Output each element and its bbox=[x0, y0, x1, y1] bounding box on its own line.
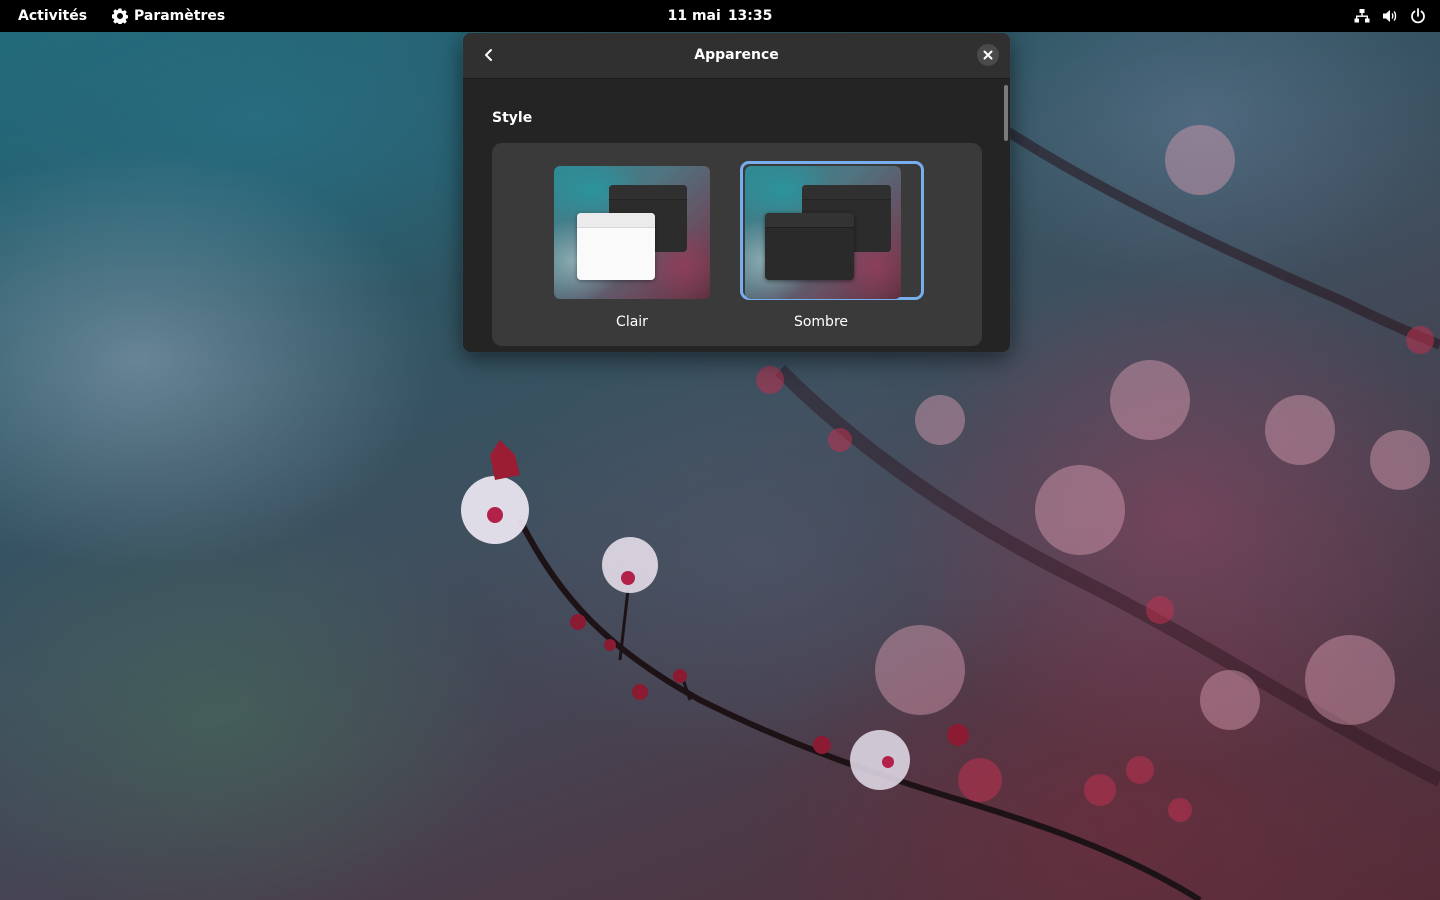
section-title: Style bbox=[492, 110, 533, 126]
preview-window-front-light bbox=[577, 213, 655, 280]
top-bar: Activités Paramètres 11 mai 13:35 bbox=[0, 0, 1440, 32]
light-style-preview bbox=[554, 166, 710, 299]
close-icon bbox=[983, 50, 993, 60]
system-tray[interactable] bbox=[1354, 0, 1426, 32]
window-title: Apparence bbox=[694, 47, 779, 63]
network-icon bbox=[1354, 9, 1370, 23]
power-icon bbox=[1411, 8, 1425, 24]
style-option-light[interactable]: Clair bbox=[544, 143, 744, 346]
style-option-label: Clair bbox=[616, 314, 648, 330]
app-menu-label: Paramètres bbox=[134, 8, 226, 24]
time-label: 13:35 bbox=[727, 8, 773, 24]
activities-button[interactable]: Activités bbox=[18, 0, 87, 32]
style-selector-card: Clair Sombre bbox=[492, 143, 982, 346]
gear-icon bbox=[112, 8, 128, 24]
style-option-label: Sombre bbox=[793, 314, 849, 330]
appearance-window: Apparence Style Clair Sombre bbox=[463, 33, 1010, 352]
dark-style-preview bbox=[745, 166, 901, 299]
volume-icon bbox=[1383, 10, 1397, 22]
headerbar: Apparence bbox=[463, 33, 1010, 79]
app-menu-button[interactable]: Paramètres bbox=[112, 0, 225, 32]
date-label: 11 mai bbox=[667, 8, 721, 24]
content-area: Style Clair Sombre bbox=[463, 79, 1010, 352]
style-option-dark[interactable]: Sombre bbox=[734, 143, 934, 346]
date-time-button[interactable]: 11 mai 13:35 bbox=[620, 0, 820, 32]
scrollbar[interactable] bbox=[1004, 85, 1008, 141]
preview-window-front-dark bbox=[765, 213, 854, 280]
close-button[interactable] bbox=[977, 44, 999, 66]
